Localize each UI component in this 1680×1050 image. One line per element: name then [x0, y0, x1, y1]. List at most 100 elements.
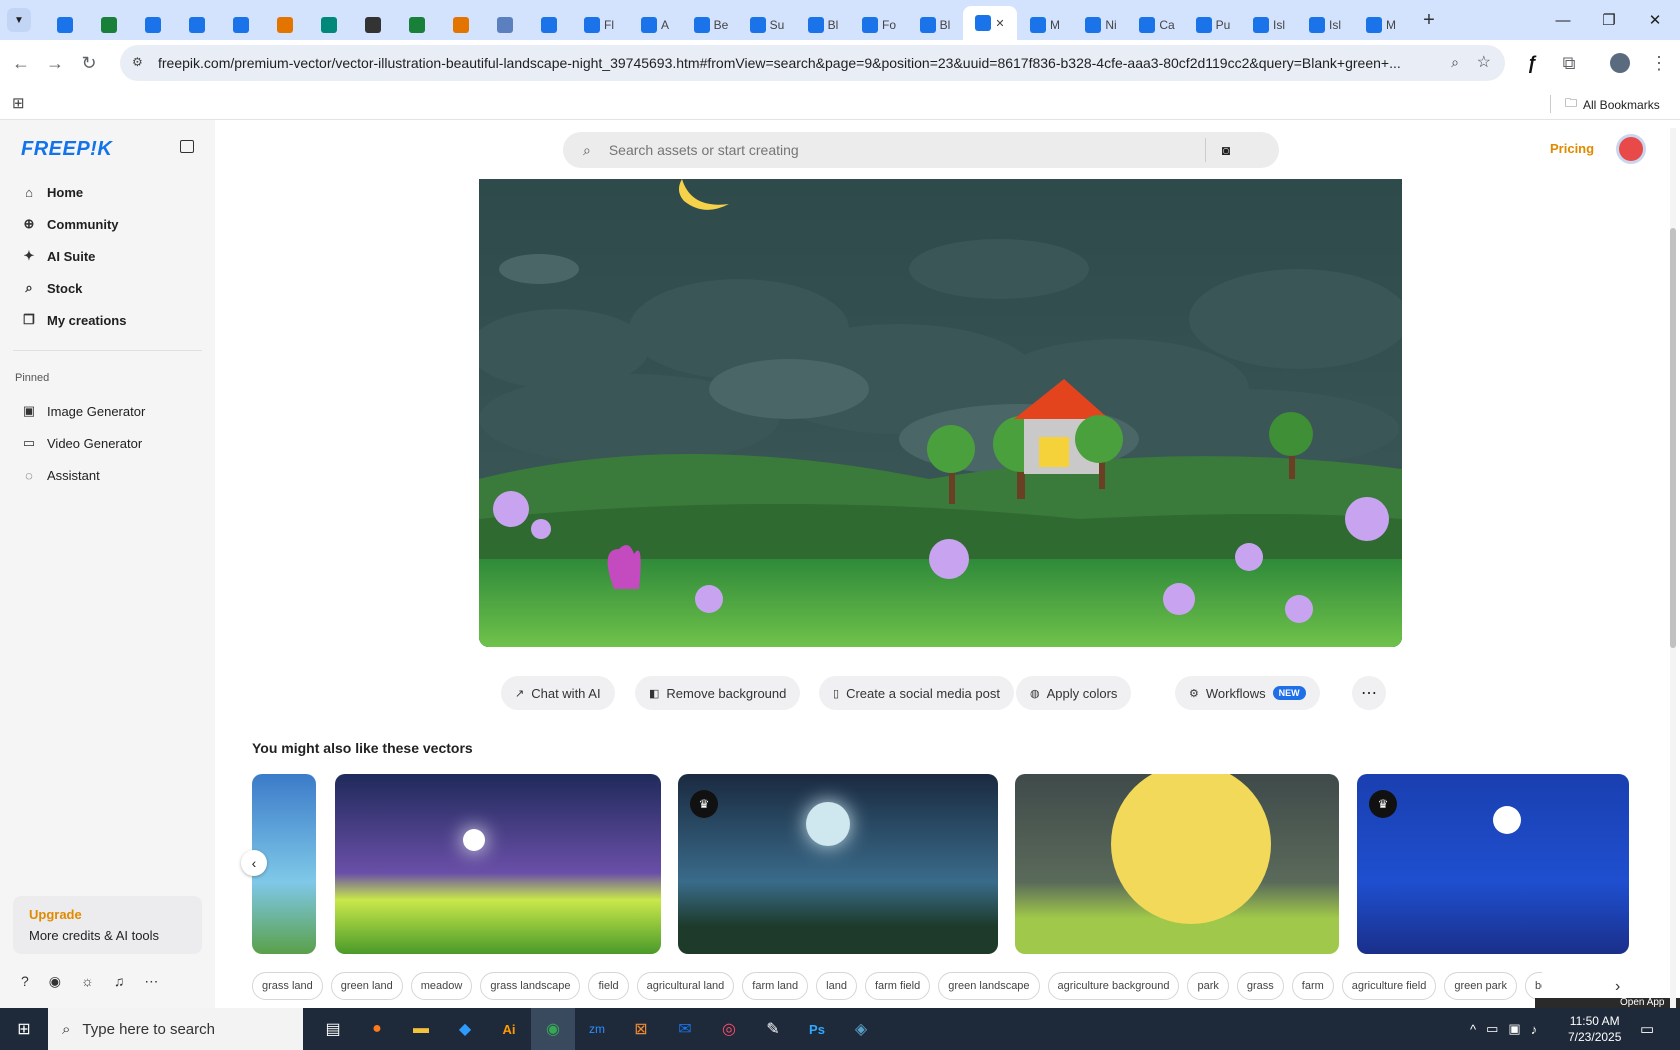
tab-26[interactable]: M: [1353, 10, 1409, 40]
main-illustration[interactable]: [479, 179, 1402, 647]
tag-chip[interactable]: farm land: [742, 972, 809, 1000]
tab-11[interactable]: [527, 10, 571, 40]
sidebar-item-stock[interactable]: ⌕ Stock: [0, 272, 215, 304]
carousel-prev-button[interactable]: ‹: [241, 850, 267, 876]
forward-button[interactable]: →: [38, 46, 72, 80]
tag-chip[interactable]: agricultural land: [636, 972, 735, 1000]
tab-18[interactable]: Bl: [907, 10, 963, 40]
camera-search-icon[interactable]: ◙: [1222, 142, 1230, 158]
tab-13[interactable]: A: [627, 10, 683, 40]
tab-21[interactable]: Ni: [1073, 10, 1129, 40]
extension-f-icon[interactable]: ƒ: [1515, 46, 1549, 80]
vscode-icon[interactable]: ◆: [443, 1008, 487, 1050]
tab-2[interactable]: [131, 10, 175, 40]
more-options-icon[interactable]: ⋯: [144, 973, 158, 990]
sidebar-item-community[interactable]: ⊕ Community: [0, 208, 215, 240]
app-diamond-icon[interactable]: ◈: [839, 1008, 883, 1050]
site-info-icon[interactable]: ⚙: [132, 55, 143, 69]
tab-search-button[interactable]: ▼: [7, 8, 31, 32]
scrollbar-thumb[interactable]: [1670, 228, 1676, 648]
tab-4[interactable]: [219, 10, 263, 40]
tag-chip[interactable]: green landscape: [938, 972, 1040, 1000]
tags-next-button[interactable]: ›: [1615, 978, 1620, 996]
tab-12[interactable]: Fl: [571, 10, 627, 40]
app-orange-icon[interactable]: ⊠: [619, 1008, 663, 1050]
extensions-puzzle-icon[interactable]: ⧉: [1552, 46, 1586, 80]
address-bar[interactable]: ⚙ freepik.com/premium-vector/vector-illu…: [120, 45, 1505, 81]
sidebar-collapse-icon[interactable]: [180, 140, 194, 153]
tag-chip[interactable]: agriculture field: [1341, 972, 1437, 1000]
sidebar-item-home[interactable]: ⌂ Home: [0, 176, 215, 208]
firefox-icon[interactable]: ●: [355, 1008, 399, 1050]
action-chat-with-ai[interactable]: ↗ Chat with AI: [501, 676, 615, 710]
chrome-icon[interactable]: ◉: [531, 1008, 575, 1050]
action-apply-colors[interactable]: ◍ Apply colors: [1016, 676, 1132, 710]
discord-icon[interactable]: ◉: [49, 973, 61, 990]
help-icon[interactable]: ?: [21, 973, 29, 990]
tab-16[interactable]: Bl: [795, 10, 851, 40]
tab-10[interactable]: [483, 10, 527, 40]
tray-monitor-icon[interactable]: ▭: [1486, 1021, 1498, 1037]
tab-1[interactable]: [87, 10, 131, 40]
tab-22[interactable]: Ca: [1129, 10, 1185, 40]
tab-close-icon[interactable]: ✕: [995, 17, 1004, 30]
tab-9[interactable]: [439, 10, 483, 40]
tag-chip[interactable]: grass landscape: [480, 972, 581, 1000]
sidebar-item-image-generator[interactable]: ▣ Image Generator: [0, 395, 215, 427]
upgrade-card[interactable]: Upgrade More credits & AI tools: [13, 896, 202, 954]
tab-17[interactable]: Fo: [851, 10, 907, 40]
pricing-link[interactable]: Pricing: [1550, 141, 1594, 156]
outlook-icon[interactable]: ✉: [663, 1008, 707, 1050]
taskbar-search[interactable]: ⌕ Type here to search: [48, 1008, 303, 1050]
restore-button[interactable]: ❐: [1586, 0, 1632, 40]
bookmark-star-icon[interactable]: ☆: [1477, 52, 1491, 72]
sidebar-item-assistant[interactable]: ◌ Assistant: [0, 459, 215, 491]
tag-chip[interactable]: green park: [1444, 972, 1517, 1000]
tag-chip[interactable]: agriculture background: [1047, 972, 1180, 1000]
close-window-button[interactable]: ✕: [1632, 0, 1678, 40]
more-actions-button[interactable]: ⋯: [1352, 676, 1386, 710]
sidebar-item-my-creations[interactable]: ❐ My creations: [0, 304, 215, 336]
related-thumb-full-moon[interactable]: [1015, 774, 1339, 954]
all-bookmarks-button[interactable]: 🗀 All Bookmarks: [1565, 94, 1660, 115]
windows-start-icon[interactable]: ⊞: [0, 1008, 48, 1050]
zoom-icon[interactable]: ⌕: [1451, 54, 1459, 71]
tag-chip[interactable]: land: [816, 972, 857, 1000]
tab-25[interactable]: Isl: [1297, 10, 1353, 40]
sidebar-item-ai-suite[interactable]: ✦ AI Suite: [0, 240, 215, 272]
tray-chevron-icon[interactable]: ^: [1470, 1022, 1476, 1037]
tab-0[interactable]: [43, 10, 87, 40]
open-app-button[interactable]: Open App: [1535, 998, 1680, 1008]
tag-chip[interactable]: field: [588, 972, 629, 1000]
apps-grid-icon[interactable]: ⊞: [12, 94, 25, 112]
tag-chip[interactable]: be: [1524, 972, 1542, 1000]
scrollbar[interactable]: [1670, 128, 1676, 1008]
action-workflows[interactable]: ⚙ Workflows NEW: [1175, 676, 1320, 710]
tag-chip[interactable]: farm: [1291, 972, 1334, 1000]
tag-chip[interactable]: farm field: [864, 972, 931, 1000]
action-remove-background[interactable]: ◧ Remove background: [635, 676, 801, 710]
search-input[interactable]: [608, 142, 1199, 158]
tab-23[interactable]: Pu: [1185, 10, 1241, 40]
volume-icon[interactable]: ♪: [1531, 1022, 1538, 1037]
related-thumb-clouds-night[interactable]: ♛: [678, 774, 998, 954]
tag-chip[interactable]: park: [1187, 972, 1229, 1000]
task-view-icon[interactable]: ▤: [311, 1008, 355, 1050]
minimize-button[interactable]: —: [1540, 0, 1586, 40]
chrome-menu-icon[interactable]: ⋮: [1642, 46, 1676, 80]
user-avatar[interactable]: [1616, 134, 1646, 164]
tab-24[interactable]: Isl: [1241, 10, 1297, 40]
clock[interactable]: 11:50 AM 7/23/2025: [1568, 1013, 1621, 1045]
tag-chip[interactable]: meadow: [410, 972, 473, 1000]
tab-14[interactable]: Be: [683, 10, 739, 40]
notification-bell-icon[interactable]: ♫: [114, 973, 125, 990]
new-tab-button[interactable]: +: [1415, 6, 1443, 34]
tab-6[interactable]: [307, 10, 351, 40]
tag-chip[interactable]: green land: [330, 972, 403, 1000]
tab-5[interactable]: [263, 10, 307, 40]
related-thumb-meadow-night[interactable]: [335, 774, 661, 954]
tag-chip[interactable]: grass land: [252, 972, 323, 1000]
tab-8[interactable]: [395, 10, 439, 40]
creative-cloud-icon[interactable]: ◎: [707, 1008, 751, 1050]
freepik-logo[interactable]: FREEP!K: [21, 138, 112, 161]
